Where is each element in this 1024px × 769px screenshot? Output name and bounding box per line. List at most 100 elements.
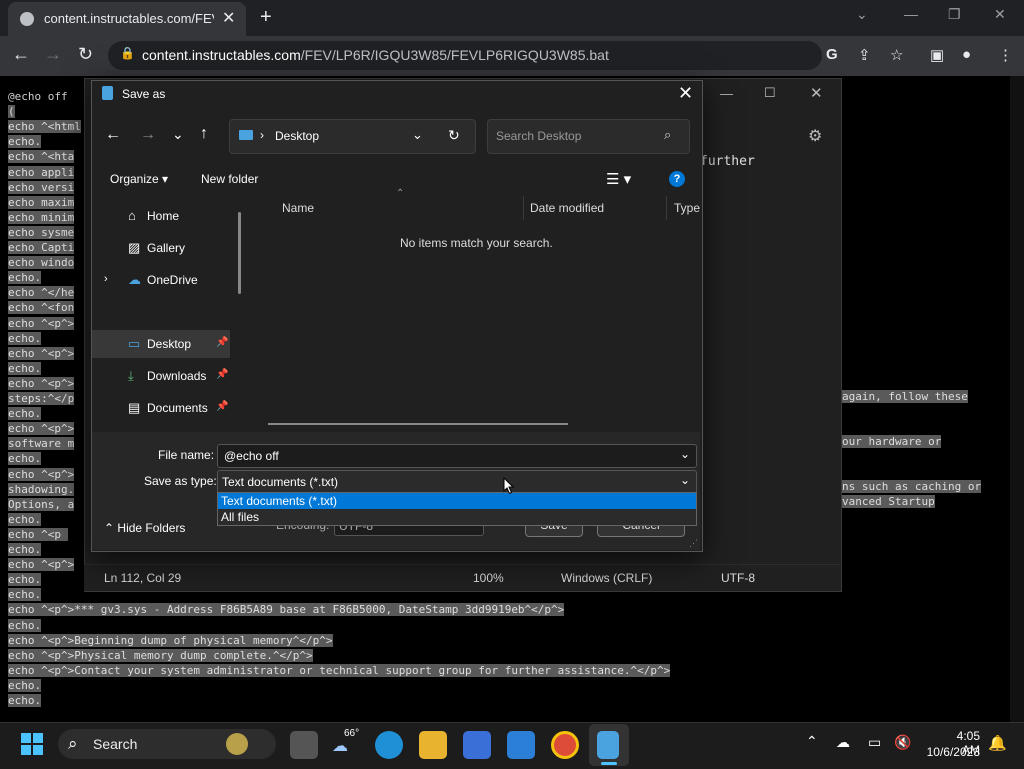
lock-icon[interactable]: 🔒 <box>120 46 135 60</box>
hide-folders-button[interactable]: ⌃ Hide Folders <box>104 521 185 535</box>
code-line: echo sysme <box>8 225 75 239</box>
forward-icon[interactable]: → <box>140 126 156 144</box>
task-view-icon[interactable] <box>290 731 318 759</box>
forward-arrow-icon[interactable]: → <box>44 44 62 65</box>
home-icon: ⌂ <box>128 208 136 223</box>
notepad-minimize-icon[interactable]: — <box>720 86 733 101</box>
document-icon: ▤ <box>128 400 141 415</box>
close-tab-icon[interactable]: ✕ <box>222 8 235 28</box>
save-type-value: Text documents (*.txt) <box>222 475 339 489</box>
dialog-close-icon[interactable]: ✕ <box>678 83 693 104</box>
code-line-text: echo windo <box>8 256 75 270</box>
file-name-chevron-icon[interactable]: ⌄ <box>680 447 690 461</box>
globe-icon <box>20 12 34 26</box>
volume-muted-icon[interactable]: 🔇 <box>894 734 911 751</box>
new-tab-icon[interactable]: + <box>260 6 272 29</box>
notification-bell-icon[interactable]: 🔔 <box>988 734 1007 752</box>
show-hidden-icons-chevron-icon[interactable]: ⌃ <box>806 733 818 750</box>
code-line-text: echo ^<p^> <box>8 346 75 360</box>
code-line: echo. <box>8 618 42 632</box>
organize-button[interactable]: Organize ▾ <box>110 172 168 186</box>
chevron-up-icon: ⌃ <box>104 521 115 535</box>
file-list-hscrollbar[interactable] <box>268 423 568 425</box>
save-type-select[interactable]: Text documents (*.txt) ⌄ <box>217 470 697 494</box>
profile-icon[interactable]: ● <box>962 46 971 63</box>
code-line: echo ^<html <box>8 120 81 134</box>
menu-dots-icon[interactable]: ⋮ <box>998 46 1013 64</box>
file-explorer-icon[interactable] <box>419 731 447 759</box>
nav-pane-scrollbar[interactable] <box>238 212 241 294</box>
notepad-taskbar-icon[interactable] <box>597 731 619 759</box>
column-type[interactable]: Type <box>674 201 700 215</box>
nav-item-home[interactable]: ⌂ Home <box>92 202 230 230</box>
back-icon[interactable]: ← <box>105 126 121 144</box>
file-name-input[interactable]: @echo off ⌄ <box>217 444 697 468</box>
url-text[interactable]: content.instructables.com/FEV/LP6R/IGQU3… <box>142 47 609 63</box>
save-type-chevron-icon[interactable]: ⌄ <box>680 473 690 487</box>
view-options-icon[interactable]: ☰ ▾ <box>606 170 631 188</box>
nav-item-desktop[interactable]: ▭ Desktop 📌 <box>92 330 230 358</box>
mail-icon[interactable] <box>507 731 535 759</box>
back-arrow-icon[interactable]: ← <box>12 44 30 65</box>
minimize-icon[interactable]: — <box>904 6 918 22</box>
page-scrollbar[interactable] <box>1010 76 1024 722</box>
new-folder-button[interactable]: New folder <box>201 172 258 186</box>
chevron-down-icon[interactable]: ⌄ <box>856 6 868 23</box>
column-name[interactable]: Name <box>282 201 314 215</box>
taskbar-search[interactable]: ⌕ Search <box>58 729 276 759</box>
onedrive-tray-icon[interactable]: ☁ <box>836 734 850 751</box>
notepad-maximize-icon[interactable]: ☐ <box>764 85 776 101</box>
search-desktop-input[interactable]: Search Desktop ⌕ <box>487 119 690 154</box>
browser-tab[interactable]: content.instructables.com/FEV/L ✕ <box>8 2 246 36</box>
gallery-icon: ▨ <box>128 240 141 255</box>
type-option-all-files[interactable]: All files <box>218 509 696 525</box>
network-icon[interactable]: ▭ <box>868 734 881 751</box>
reload-icon[interactable]: ↻ <box>78 44 93 65</box>
google-lens-icon[interactable]: G <box>826 46 838 63</box>
microsoft-store-icon[interactable] <box>463 731 491 759</box>
refresh-icon[interactable]: ↻ <box>448 127 460 144</box>
breadcrumb-desktop[interactable]: Desktop <box>275 129 319 143</box>
url-host: content.instructables.com <box>142 47 301 63</box>
type-option-text[interactable]: Text documents (*.txt) <box>218 493 696 509</box>
column-date-modified[interactable]: Date modified <box>530 201 604 215</box>
restore-icon[interactable]: ❐ <box>948 6 961 23</box>
cloud-icon: ☁ <box>128 272 141 287</box>
code-line: echo minim <box>8 210 75 224</box>
notepad-text[interactable]: further <box>700 154 755 169</box>
edge-icon[interactable] <box>375 731 403 759</box>
clock-date[interactable]: 10/6/2023 <box>922 745 980 759</box>
up-icon[interactable]: ↑ <box>200 125 208 143</box>
code-line-text: echo. <box>8 407 42 421</box>
recent-locations-chevron-icon[interactable]: ⌄ <box>172 126 184 143</box>
nav-item-gallery[interactable]: ▨ Gallery <box>92 234 230 262</box>
file-list: ⌃ Name Date modified Type No items match… <box>250 188 700 432</box>
expand-chevron-icon[interactable]: › <box>104 273 108 285</box>
code-line: echo versi <box>8 180 75 194</box>
settings-gear-icon[interactable]: ⚙ <box>808 126 822 146</box>
bookmark-star-icon[interactable]: ☆ <box>890 46 903 64</box>
code-line: echo. <box>8 361 42 375</box>
code-line-fragment: vanced Startup <box>842 495 935 508</box>
code-line-text: echo. <box>8 331 42 345</box>
location-bar[interactable]: › Desktop ⌄ ↻ <box>229 119 476 154</box>
windows-start-icon[interactable] <box>20 732 44 756</box>
nav-item-documents[interactable]: ▤ Documents 📌 <box>92 394 230 422</box>
code-line-text: echo Capti <box>8 241 75 254</box>
nav-item-label: Documents <box>147 401 208 415</box>
resize-grip-icon[interactable]: ⋰ <box>689 538 698 549</box>
code-line-text: echo. <box>8 543 42 556</box>
code-line: software m <box>8 437 75 451</box>
share-icon[interactable]: ⇪ <box>858 46 871 64</box>
nav-item-onedrive[interactable]: › ☁ OneDrive <box>92 266 230 294</box>
sidepanel-icon[interactable]: ▣ <box>930 46 944 64</box>
nav-item-downloads[interactable]: ⤓ Downloads 📌 <box>92 362 230 390</box>
help-icon[interactable]: ? <box>669 171 685 187</box>
weather-icon[interactable]: ☁ <box>332 736 348 756</box>
location-history-chevron-icon[interactable]: ⌄ <box>412 127 423 143</box>
chrome-icon[interactable] <box>551 731 579 759</box>
close-window-icon[interactable]: ✕ <box>994 6 1006 23</box>
code-line: echo. <box>8 678 42 692</box>
save-type-label: Save as type: <box>144 474 217 488</box>
notepad-close-icon[interactable]: ✕ <box>810 84 823 102</box>
